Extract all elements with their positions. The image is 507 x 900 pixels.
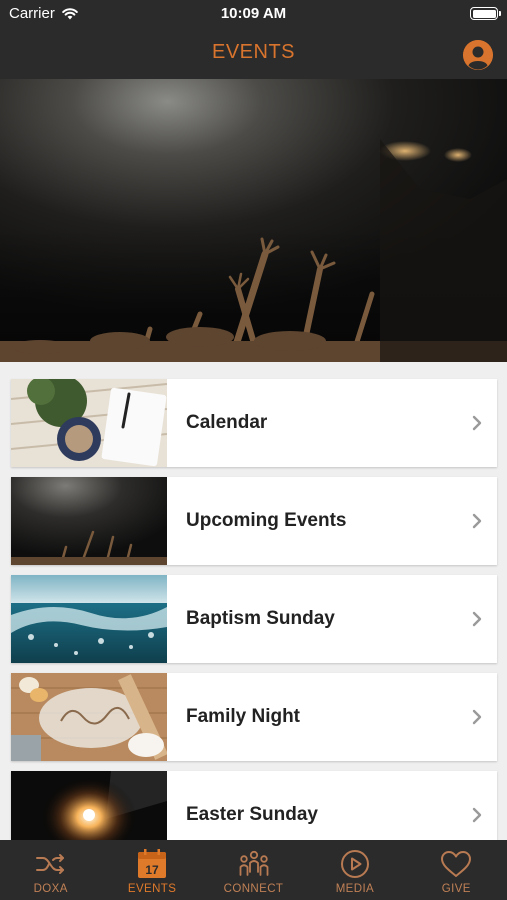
water-wave-thumbnail <box>11 575 167 663</box>
chevron-right-icon <box>457 415 497 431</box>
chevron-right-icon <box>457 709 497 725</box>
list-item-label: Baptism Sunday <box>186 608 335 629</box>
hero-image <box>0 79 507 362</box>
play-circle-icon <box>338 848 372 880</box>
list-item-baptism-sunday[interactable]: Baptism Sunday <box>11 575 497 663</box>
profile-button[interactable] <box>463 40 493 70</box>
list-item-family-night[interactable]: Family Night <box>11 673 497 761</box>
navigation-bar: EVENTS <box>0 28 507 79</box>
flour-family-baking-thumbnail <box>11 673 167 761</box>
clock: 10:09 AM <box>220 5 287 22</box>
people-group-icon <box>237 848 271 880</box>
tab-label: MEDIA <box>335 883 375 895</box>
battery-icon <box>470 7 501 20</box>
list-item-label: Family Night <box>186 706 301 727</box>
tab-label: GIVE <box>441 883 471 895</box>
planner-desk-thumbnail <box>11 379 167 467</box>
list-item-label: Upcoming Events <box>186 510 347 531</box>
tab-doxa[interactable]: DOXA <box>0 840 101 900</box>
tab-bar: DOXA 17 EVENTS CONNECT MEDIA GIVE <box>0 840 507 900</box>
chevron-right-icon <box>457 513 497 529</box>
heart-icon <box>439 848 473 880</box>
shuffle-icon <box>34 848 68 880</box>
page-title: EVENTS <box>211 41 296 63</box>
light-burst-thumbnail <box>11 771 167 840</box>
tab-label: DOXA <box>33 883 68 895</box>
list-item-calendar[interactable]: Calendar <box>11 379 497 467</box>
tab-connect[interactable]: CONNECT <box>203 840 304 900</box>
person-circle-icon <box>463 40 493 70</box>
list-item-label: Calendar <box>186 412 268 433</box>
chevron-right-icon <box>457 611 497 627</box>
calendar-icon: 17 <box>135 848 169 880</box>
events-list: Calendar Upcoming Events Baptism Sunday … <box>0 362 507 840</box>
tab-label: CONNECT <box>223 883 284 895</box>
calendar-icon-day: 17 <box>145 863 159 877</box>
tab-label: EVENTS <box>127 883 177 895</box>
tab-media[interactable]: MEDIA <box>304 840 405 900</box>
list-item-upcoming-events[interactable]: Upcoming Events <box>11 477 497 565</box>
tab-give[interactable]: GIVE <box>406 840 507 900</box>
list-item-label: Easter Sunday <box>186 804 318 825</box>
worship-hands-thumbnail <box>11 477 167 565</box>
tab-events[interactable]: 17 EVENTS <box>101 840 202 900</box>
chevron-right-icon <box>457 807 497 823</box>
status-bar: Carrier 10:09 AM <box>0 0 507 28</box>
list-item-easter-sunday[interactable]: Easter Sunday <box>11 771 497 840</box>
